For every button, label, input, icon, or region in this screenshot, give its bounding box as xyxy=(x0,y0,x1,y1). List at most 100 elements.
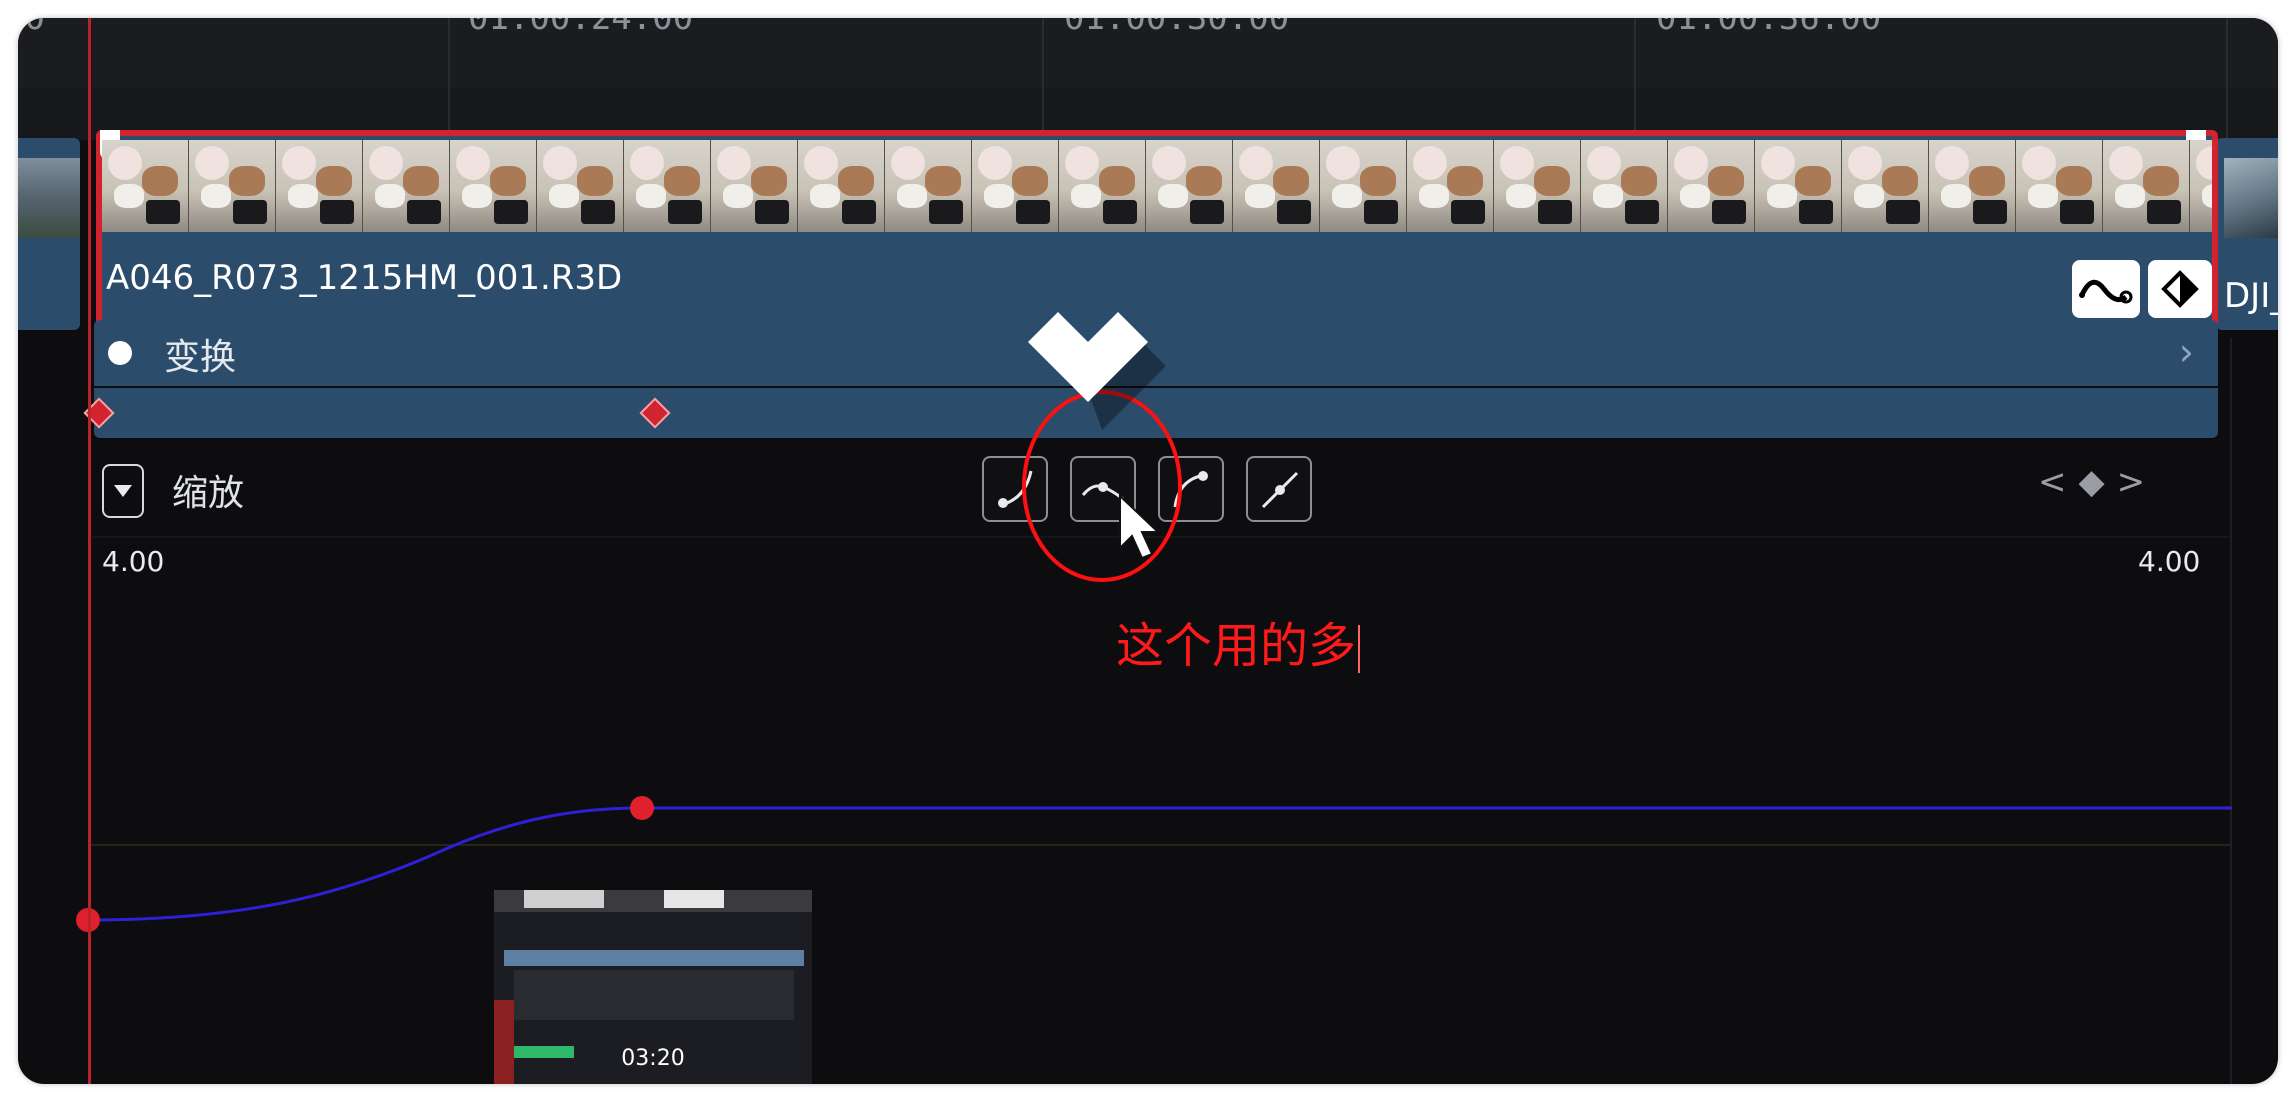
frame-detail xyxy=(1326,146,1360,180)
frame-detail xyxy=(1152,146,1186,180)
frame-detail xyxy=(1854,184,1884,208)
frame-detail xyxy=(1621,166,1657,196)
frame-detail xyxy=(1625,200,1659,224)
filmstrip-frame xyxy=(711,140,798,232)
frame-detail xyxy=(142,166,178,196)
frame-detail xyxy=(1767,184,1797,208)
enable-dot-icon[interactable] xyxy=(108,341,132,365)
ease-out-button[interactable] xyxy=(1158,456,1224,522)
frame-detail xyxy=(2028,184,2058,208)
ruler-divider xyxy=(1042,18,1044,138)
frame-detail xyxy=(1158,184,1188,208)
playhead[interactable] xyxy=(88,18,91,1084)
frame-detail xyxy=(195,146,229,180)
frame-detail xyxy=(462,184,492,208)
next-keyframe-icon[interactable]: > xyxy=(2117,462,2158,502)
clip-previous[interactable] xyxy=(18,138,80,330)
frame-detail xyxy=(490,166,526,196)
zoom-collapse-toggle[interactable] xyxy=(102,464,144,518)
frame-detail xyxy=(1712,200,1746,224)
zoom-curve-line xyxy=(87,806,2232,922)
keyframe-editor-button[interactable] xyxy=(2148,260,2212,318)
frame-detail xyxy=(1099,166,1135,196)
frame-detail xyxy=(282,146,316,180)
frame-detail xyxy=(1273,166,1309,196)
frame-detail xyxy=(2202,184,2212,208)
frame-detail xyxy=(316,166,352,196)
frame-detail xyxy=(1364,200,1398,224)
text-caret xyxy=(1358,625,1361,673)
frame-detail xyxy=(1277,200,1311,224)
filmstrip-frame xyxy=(450,140,537,232)
frame-detail xyxy=(1451,200,1485,224)
curve-baseline xyxy=(90,844,2230,846)
frame-detail xyxy=(543,146,577,180)
frame-detail xyxy=(114,184,144,208)
filmstrip-frame xyxy=(1320,140,1407,232)
frame-detail xyxy=(1360,166,1396,196)
chevron-right-icon[interactable]: › xyxy=(2179,330,2194,374)
timeline-ruler[interactable]: 00 01:00:24:00 01:00:30:00 01:00:36:00 xyxy=(18,18,2278,88)
add-keyframe-icon[interactable]: ◆ xyxy=(2079,462,2117,502)
frame-detail xyxy=(108,146,142,180)
frame-detail xyxy=(2115,184,2145,208)
frame-detail xyxy=(1500,146,1534,180)
frame-detail xyxy=(925,166,961,196)
ease-in-icon xyxy=(998,470,1033,508)
frame-detail xyxy=(630,146,664,180)
frame-detail xyxy=(407,200,441,224)
frame-detail xyxy=(494,200,528,224)
frame-detail xyxy=(1886,200,1920,224)
keyframe-marker[interactable] xyxy=(639,397,671,429)
ease-in-button[interactable] xyxy=(982,456,1048,522)
filmstrip-frame xyxy=(1146,140,1233,232)
filmstrip-frame xyxy=(1494,140,1581,232)
filmstrip-frame xyxy=(276,140,363,232)
curve-editor-button[interactable] xyxy=(2072,260,2140,318)
frame-detail xyxy=(1413,146,1447,180)
ruler-divider xyxy=(1634,18,1636,138)
filmstrip-frame xyxy=(798,140,885,232)
frame-detail xyxy=(229,166,265,196)
frame-detail xyxy=(1538,200,1572,224)
frame-detail xyxy=(1593,184,1623,208)
filmstrip-frame xyxy=(1668,140,1755,232)
ease-in-out-button[interactable] xyxy=(1070,456,1136,522)
clip-name: DJI_ xyxy=(2224,276,2278,316)
filmstrip-frame xyxy=(624,140,711,232)
filmstrip-frame xyxy=(1842,140,1929,232)
frame-detail xyxy=(810,184,840,208)
frame-detail xyxy=(2147,200,2181,224)
filmstrip-frame xyxy=(1581,140,1668,232)
selected-clip[interactable]: A046_R073_1215HM_001.R3D xyxy=(96,130,2218,330)
linear-button[interactable] xyxy=(1246,456,1312,522)
clip-filmstrip xyxy=(102,140,2212,232)
snap-indicator-icon xyxy=(1028,312,1166,430)
timecode-label: 01:00:36:00 xyxy=(1656,18,1882,38)
transform-label: 变换 xyxy=(164,337,237,378)
annotation-text-content: 这个用的多 xyxy=(1116,618,1357,674)
frame-detail xyxy=(146,200,180,224)
frame-detail xyxy=(842,200,876,224)
clip-next[interactable]: DJI_ xyxy=(2216,138,2278,330)
preview-content xyxy=(524,890,604,908)
divider xyxy=(2230,338,2232,1084)
frame-detail xyxy=(375,184,405,208)
frame-detail xyxy=(1190,200,1224,224)
frame-detail xyxy=(1016,200,1050,224)
filmstrip-frame xyxy=(2103,140,2190,232)
frame-detail xyxy=(549,184,579,208)
frame-detail xyxy=(723,184,753,208)
hover-preview: 03:20 xyxy=(494,890,812,1084)
frame-detail xyxy=(1848,146,1882,180)
frame-detail xyxy=(1071,184,1101,208)
frame-detail xyxy=(1534,166,1570,196)
frame-detail xyxy=(1882,166,1918,196)
frame-detail xyxy=(320,200,354,224)
previous-keyframe-icon[interactable]: < xyxy=(2038,462,2079,502)
frame-detail xyxy=(2056,166,2092,196)
frame-detail xyxy=(751,166,787,196)
frame-detail xyxy=(1506,184,1536,208)
curve-value-left: 4.00 xyxy=(102,545,165,578)
frame-detail xyxy=(664,166,700,196)
